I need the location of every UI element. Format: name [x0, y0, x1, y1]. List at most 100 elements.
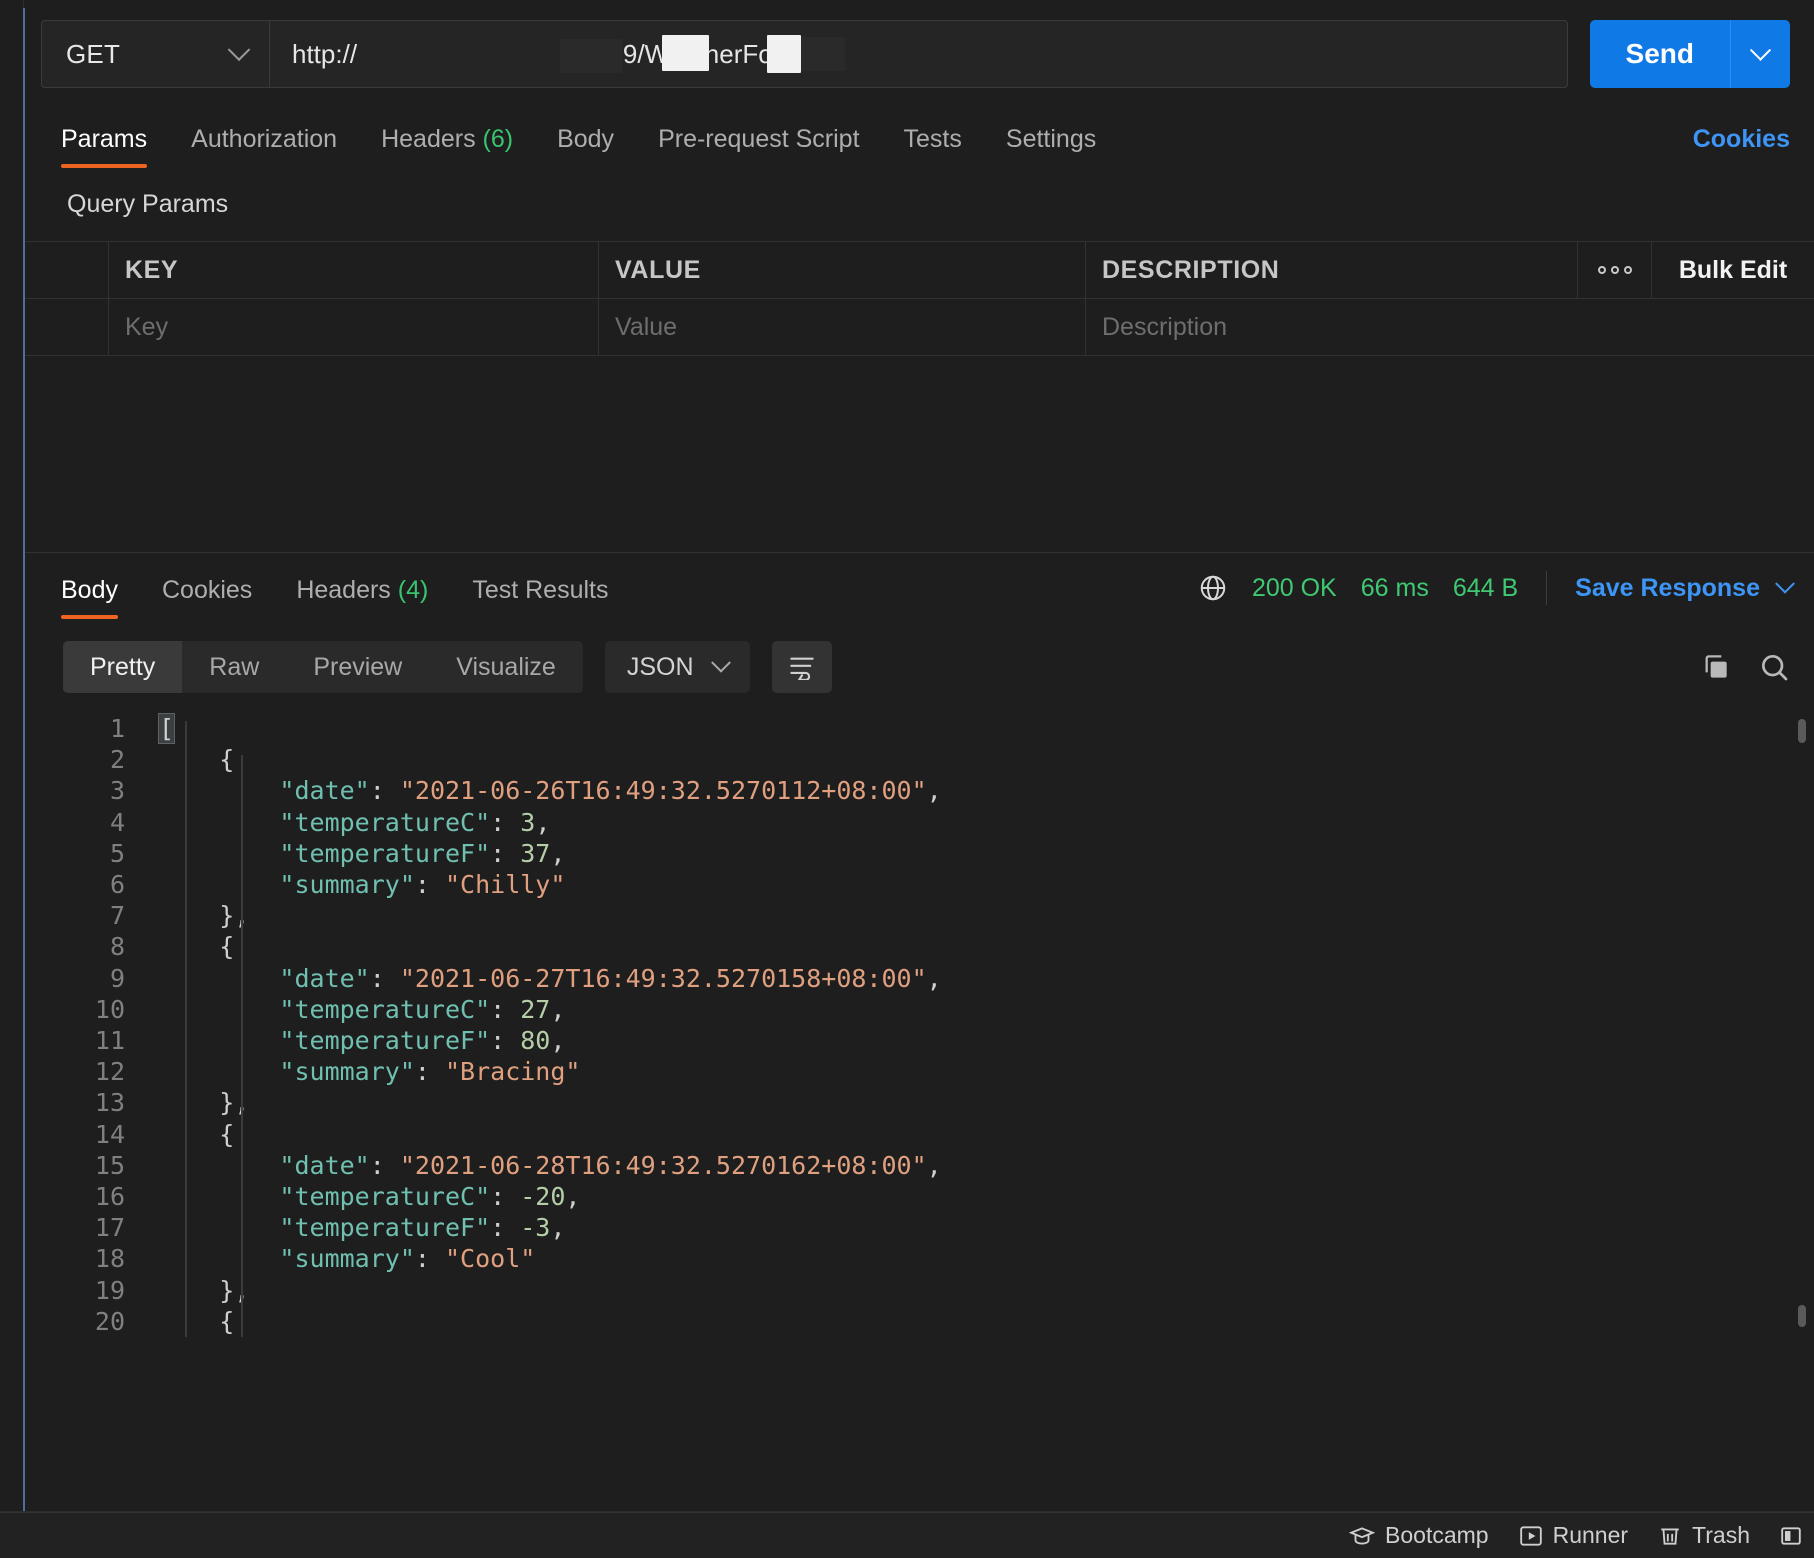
line-number: 3: [63, 775, 125, 806]
response-tab-test-results[interactable]: Test Results: [450, 576, 630, 619]
table-more-options-button[interactable]: [1578, 242, 1652, 298]
code-token-p: :: [490, 1182, 520, 1211]
request-tab-settings[interactable]: Settings: [984, 125, 1118, 168]
params-empty-area: [25, 356, 1814, 552]
tab-label: Authorization: [191, 125, 337, 153]
code-token-k: "temperatureF": [279, 839, 490, 868]
code-token-p: ,: [927, 776, 942, 805]
http-method-dropdown[interactable]: GET: [41, 20, 269, 88]
table-header-row: KEY VALUE DESCRIPTION Bulk Edit: [25, 242, 1814, 299]
code-line: 6 "summary": "Chilly": [63, 869, 1814, 900]
code-line: 4 "temperatureC": 3,: [63, 807, 1814, 838]
code-token-s: "Chilly": [445, 870, 565, 899]
send-button-group: Send: [1590, 20, 1790, 88]
tab-label: Params: [61, 125, 147, 153]
url-redaction-block-4: [801, 37, 845, 71]
response-language-dropdown[interactable]: JSON: [605, 641, 750, 693]
response-actions: [1700, 651, 1790, 683]
code-token-p: },: [219, 1276, 249, 1305]
code-token-k: "summary": [279, 1057, 414, 1086]
response-meta: 200 OK 66 ms 644 B Save Response: [1198, 571, 1792, 619]
tab-count-badge: (4): [391, 576, 429, 604]
code-token-p: :: [370, 1151, 400, 1180]
copy-icon[interactable]: [1700, 651, 1732, 683]
response-tab-body[interactable]: Body: [41, 576, 140, 619]
code-token-p: ,: [550, 1213, 565, 1242]
trash-button[interactable]: Trash: [1658, 1522, 1750, 1549]
column-header-value: VALUE: [599, 242, 1086, 298]
line-number: 16: [63, 1181, 125, 1212]
code-line: 9 "date": "2021-06-27T16:49:32.5270158+0…: [63, 963, 1814, 994]
code-line: 13 },: [63, 1087, 1814, 1118]
line-number: 7: [63, 900, 125, 931]
cookies-link[interactable]: Cookies: [1693, 125, 1790, 168]
response-pane: BodyCookiesHeaders (4)Test Results 200 O…: [25, 553, 1814, 1337]
code-token-p: {: [219, 1120, 234, 1149]
param-value-input[interactable]: Value: [599, 299, 1086, 355]
column-header-description: DESCRIPTION: [1086, 242, 1578, 298]
tab-label: Headers: [296, 576, 391, 604]
code-line: 5 "temperatureF": 37,: [63, 838, 1814, 869]
code-token-s: "2021-06-26T16:49:32.5270112+08:00": [400, 776, 927, 805]
request-tab-headers[interactable]: Headers (6): [359, 125, 535, 168]
code-token-p: :: [370, 776, 400, 805]
line-number: 20: [63, 1306, 125, 1337]
request-tab-authorization[interactable]: Authorization: [169, 125, 359, 168]
response-tab-headers[interactable]: Headers (4): [274, 576, 450, 619]
send-button[interactable]: Send: [1590, 20, 1730, 88]
url-input[interactable]: http:// xxxxxxxxxxxxxxxx ..5009/WeatherF…: [269, 20, 1568, 88]
code-token-p: :: [415, 1244, 445, 1273]
play-box-icon: [1519, 1525, 1543, 1547]
code-token-p: ,: [927, 964, 942, 993]
code-token-p: ,: [550, 839, 565, 868]
send-options-button[interactable]: [1730, 20, 1790, 88]
code-token-k: "summary": [279, 870, 414, 899]
save-response-button[interactable]: Save Response: [1575, 574, 1760, 603]
request-tab-body[interactable]: Body: [535, 125, 636, 168]
code-token-k: "temperatureF": [279, 1026, 490, 1055]
request-tab-pre-request-script[interactable]: Pre-request Script: [636, 125, 881, 168]
bootcamp-button[interactable]: Bootcamp: [1349, 1522, 1489, 1549]
code-token-s: "Bracing": [445, 1057, 580, 1086]
search-icon[interactable]: [1758, 651, 1790, 683]
tab-count-badge: (6): [476, 125, 514, 153]
code-token-p: :: [490, 1213, 520, 1242]
sidebar-toggle-button[interactable]: [1780, 1525, 1802, 1547]
tab-label: Body: [557, 125, 614, 153]
chevron-down-icon[interactable]: [1775, 574, 1795, 594]
request-pane: GET http:// xxxxxxxxxxxxxxxx ..5009/Weat…: [25, 0, 1814, 552]
code-token-p: ,: [565, 1182, 580, 1211]
format-tab-raw[interactable]: Raw: [182, 641, 286, 693]
code-token-p: ,: [535, 808, 550, 837]
word-wrap-button[interactable]: [772, 641, 832, 693]
param-description-input[interactable]: Description: [1086, 299, 1814, 355]
url-bar-row: GET http:// xxxxxxxxxxxxxxxx ..5009/Weat…: [25, 0, 1814, 106]
format-tab-preview[interactable]: Preview: [286, 641, 429, 693]
code-scrollbar-thumb[interactable]: [1798, 1305, 1806, 1327]
tab-label: Tests: [904, 125, 962, 153]
code-token-k: "summary": [279, 1244, 414, 1273]
status-bar: Bootcamp Runner Trash: [0, 1512, 1814, 1558]
code-line: 15 "date": "2021-06-28T16:49:32.5270162+…: [63, 1150, 1814, 1181]
line-number: 9: [63, 963, 125, 994]
select-all-cell: [25, 242, 109, 298]
more-horizontal-icon: [1598, 266, 1632, 274]
response-body-code[interactable]: 1[2 {3 "date": "2021-06-26T16:49:32.5270…: [25, 713, 1814, 1337]
line-number: 6: [63, 869, 125, 900]
format-tab-pretty[interactable]: Pretty: [63, 641, 182, 693]
request-tab-tests[interactable]: Tests: [882, 125, 984, 168]
left-rail: [0, 0, 24, 1512]
param-key-input[interactable]: Key: [109, 299, 599, 355]
response-tab-cookies[interactable]: Cookies: [140, 576, 274, 619]
word-wrap-icon: [787, 654, 817, 680]
code-scrollbar-top[interactable]: [1798, 719, 1806, 743]
line-number: 17: [63, 1212, 125, 1243]
code-line: 3 "date": "2021-06-26T16:49:32.5270112+0…: [63, 775, 1814, 806]
globe-icon: [1198, 573, 1228, 603]
bulk-edit-button[interactable]: Bulk Edit: [1652, 242, 1814, 298]
runner-button[interactable]: Runner: [1519, 1522, 1628, 1549]
line-number: 1: [63, 713, 125, 744]
request-tab-params[interactable]: Params: [41, 125, 169, 168]
row-checkbox-cell[interactable]: [25, 299, 109, 355]
format-tab-visualize[interactable]: Visualize: [429, 641, 583, 693]
